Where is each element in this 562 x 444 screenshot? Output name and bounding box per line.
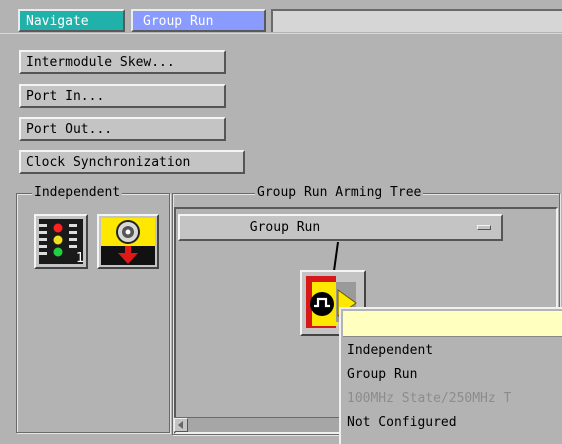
tree-connector-line: [333, 242, 339, 272]
port-in-icon: [101, 218, 155, 265]
port-out-button[interactable]: Port Out...: [19, 117, 226, 141]
analyzer-module-button[interactable]: 1: [34, 214, 88, 269]
tab-group-run[interactable]: Group Run: [131, 9, 266, 32]
tab-navigate[interactable]: Navigate: [18, 9, 125, 32]
arming-tree-title: Group Run Arming Tree: [255, 185, 424, 200]
tree-horizontal-scrollbar[interactable]: [174, 417, 344, 432]
independent-title: Independent: [32, 185, 123, 200]
scroll-left-arrow-icon[interactable]: [174, 418, 188, 432]
module-badge: 1: [76, 251, 84, 266]
tab-bar-filler: [271, 9, 562, 32]
group-run-dropdown-label: Group Run: [249, 220, 321, 235]
clock-synchronization-button[interactable]: Clock Synchronization: [19, 150, 245, 174]
dropdown-indicator-icon: [477, 225, 491, 230]
menu-item-group-run[interactable]: Group Run: [347, 364, 562, 386]
analyzer-chip-icon: 1: [39, 219, 84, 266]
menu-item-independent[interactable]: Independent: [347, 340, 562, 362]
module-type-popup-menu: Independent Group Run 100MHz State/250MH…: [339, 307, 562, 444]
menu-item-not-configured[interactable]: Not Configured: [347, 412, 562, 434]
menu-item-module-type: 100MHz State/250MHz T: [347, 391, 512, 406]
popup-menu-header: [343, 311, 562, 337]
group-run-dropdown[interactable]: Group Run: [178, 214, 503, 241]
port-in-button[interactable]: Port In...: [19, 84, 226, 108]
port-module-button[interactable]: [97, 214, 159, 269]
intermodule-skew-button[interactable]: Intermodule Skew...: [19, 50, 226, 74]
